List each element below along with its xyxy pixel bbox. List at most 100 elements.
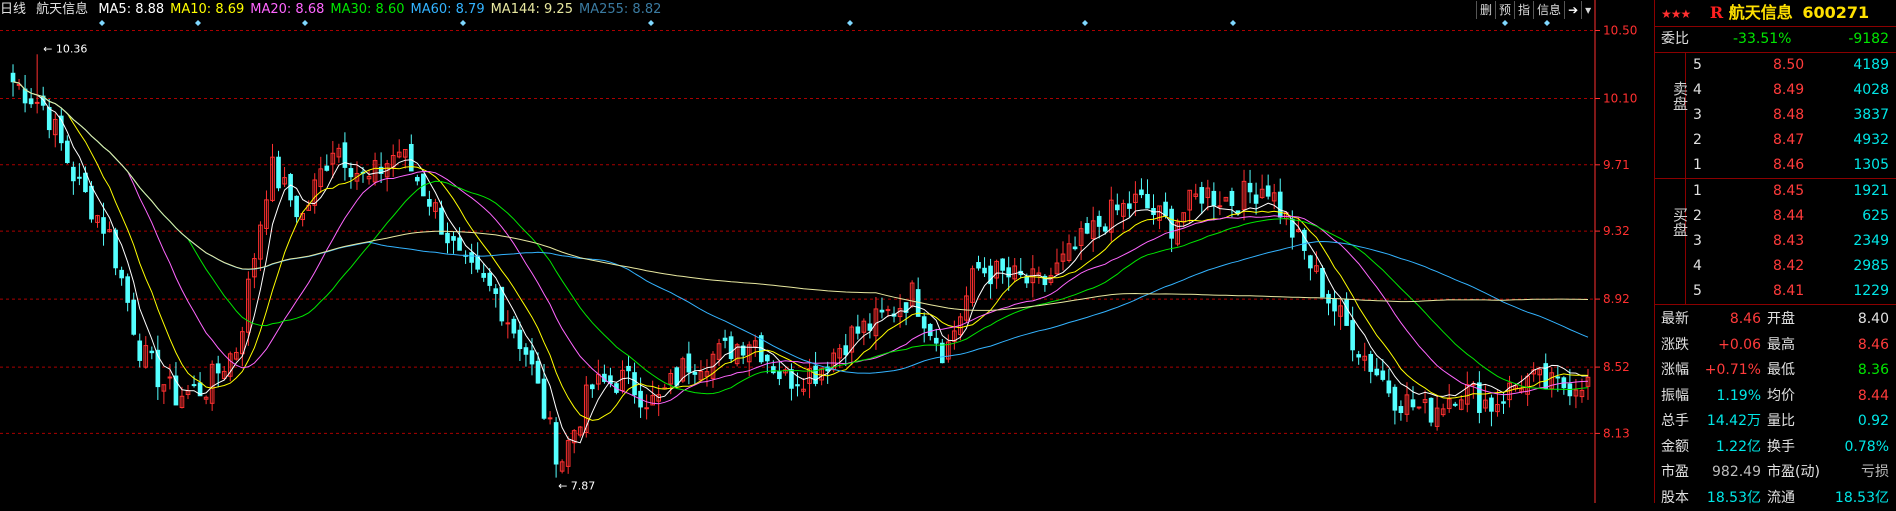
ask-row[interactable]: 48.494028 bbox=[1655, 78, 1896, 103]
ma-legend-item: MA255: 8.82 bbox=[579, 2, 661, 17]
candle bbox=[627, 366, 631, 370]
stock-code: 600271 bbox=[1802, 3, 1869, 22]
ask-level: 4 bbox=[1693, 78, 1702, 103]
candle bbox=[940, 343, 944, 362]
ask-level: 1 bbox=[1693, 153, 1702, 178]
kline-chart[interactable]: 10.5010.109.719.328.928.528.13← 10.36← 7… bbox=[0, 0, 1650, 503]
candle bbox=[778, 372, 782, 379]
stock-name: 航天信息 bbox=[36, 2, 88, 17]
candle bbox=[928, 324, 932, 335]
candle bbox=[458, 238, 462, 250]
star-rating-icon[interactable]: ★★★ bbox=[1661, 7, 1690, 21]
candle bbox=[886, 310, 890, 311]
quote-value: 18.53亿 bbox=[1707, 486, 1761, 511]
stock-title: 航天信息 bbox=[1729, 3, 1793, 22]
period-label[interactable]: 日线 bbox=[0, 2, 26, 17]
ma-legend-item: MA20: 8.68 bbox=[250, 2, 324, 17]
sell-orders: 卖盘 58.50418948.49402838.48383728.4749321… bbox=[1655, 53, 1896, 179]
candle bbox=[35, 102, 39, 103]
quote-label-2: 最高 bbox=[1767, 333, 1795, 359]
quote-label-2: 量比 bbox=[1767, 409, 1795, 435]
quote-value-2: 亏损 bbox=[1861, 460, 1889, 486]
candle bbox=[120, 270, 124, 277]
quote-value-2: 0.92 bbox=[1858, 409, 1889, 435]
candle bbox=[1085, 224, 1089, 234]
candle bbox=[1097, 216, 1101, 226]
indicator-button[interactable]: 指 bbox=[1514, 1, 1533, 19]
info-button[interactable]: 信息 bbox=[1533, 1, 1564, 19]
quote-row: 市盈982.49市盈(动)亏损 bbox=[1655, 460, 1896, 486]
bid-row[interactable]: 28.44625 bbox=[1655, 204, 1896, 229]
quote-value: 8.46 bbox=[1730, 307, 1761, 333]
bid-volume: 2349 bbox=[1853, 229, 1889, 254]
ask-row[interactable]: 58.504189 bbox=[1655, 53, 1896, 78]
candle bbox=[84, 173, 88, 191]
bid-volume: 1229 bbox=[1853, 279, 1889, 304]
ask-row[interactable]: 38.483837 bbox=[1655, 103, 1896, 128]
kline-chart-svg[interactable]: 10.5010.109.719.328.928.528.13← 10.36← 7… bbox=[0, 0, 1650, 503]
quote-value: 1.19% bbox=[1717, 384, 1761, 410]
bid-volume: 2985 bbox=[1853, 254, 1889, 279]
quote-row: 最新8.46开盘8.40 bbox=[1655, 307, 1896, 333]
event-marker-icon bbox=[195, 20, 201, 26]
bid-row[interactable]: 48.422985 bbox=[1655, 254, 1896, 279]
candle bbox=[1333, 299, 1337, 311]
bid-row[interactable]: 18.451921 bbox=[1655, 179, 1896, 204]
candle bbox=[1375, 369, 1379, 375]
delete-button[interactable]: 删 bbox=[1476, 1, 1495, 19]
candle bbox=[1387, 381, 1391, 393]
quote-row: 总手14.42万量比0.92 bbox=[1655, 409, 1896, 435]
candle bbox=[1278, 192, 1282, 217]
quote-panel: ★★★ R 航天信息 600271 委比 -33.51% -9182 卖盘 58… bbox=[1654, 0, 1896, 503]
quote-row: 涨幅+0.71%最低8.36 bbox=[1655, 358, 1896, 384]
candle bbox=[23, 89, 27, 103]
candle bbox=[796, 385, 800, 386]
ask-volume: 3837 bbox=[1853, 103, 1889, 128]
candle bbox=[29, 99, 33, 104]
candle bbox=[1212, 191, 1216, 205]
bid-row[interactable]: 38.432349 bbox=[1655, 229, 1896, 254]
candle bbox=[1321, 269, 1325, 297]
ask-volume: 4189 bbox=[1853, 53, 1889, 78]
arrow-icon[interactable]: ➔ bbox=[1564, 1, 1581, 19]
candle bbox=[1381, 371, 1385, 379]
candle bbox=[977, 263, 981, 268]
candle bbox=[78, 177, 82, 178]
dropdown-icon[interactable]: ▾ bbox=[1581, 1, 1594, 19]
candle bbox=[488, 273, 492, 285]
ma-legend-item: MA10: 8.69 bbox=[170, 2, 244, 17]
ask-volume: 1305 bbox=[1853, 153, 1889, 178]
ask-level: 5 bbox=[1693, 53, 1702, 78]
bid-level: 3 bbox=[1693, 229, 1702, 254]
candle bbox=[1025, 277, 1029, 283]
candle bbox=[1478, 383, 1482, 413]
weibi-row: 委比 -33.51% -9182 bbox=[1655, 27, 1896, 53]
candle bbox=[1200, 188, 1204, 204]
bid-price: 8.42 bbox=[1773, 254, 1804, 279]
candle bbox=[645, 408, 649, 409]
candle bbox=[416, 177, 420, 180]
quote-value-2: 0.78% bbox=[1845, 435, 1889, 461]
quote-value: +0.06 bbox=[1718, 333, 1761, 359]
forecast-button[interactable]: 预 bbox=[1495, 1, 1514, 19]
bid-volume: 1921 bbox=[1853, 179, 1889, 204]
candle bbox=[1369, 354, 1373, 371]
ma-legend-item: MA60: 8.79 bbox=[410, 2, 484, 17]
bid-volume: 625 bbox=[1862, 204, 1889, 229]
candle bbox=[1254, 195, 1258, 203]
panel-title: ★★★ R 航天信息 600271 bbox=[1655, 0, 1896, 27]
candle bbox=[1001, 259, 1005, 270]
quote-value: 1.22亿 bbox=[1716, 435, 1761, 461]
axis-tick-label: 10.10 bbox=[1603, 92, 1637, 106]
candle bbox=[772, 367, 776, 373]
ask-row[interactable]: 18.461305 bbox=[1655, 153, 1896, 178]
candle bbox=[72, 167, 76, 180]
candle bbox=[446, 233, 450, 242]
bid-row[interactable]: 58.411229 bbox=[1655, 279, 1896, 304]
quote-value: +0.71% bbox=[1705, 358, 1761, 384]
r-logo-icon: R bbox=[1710, 3, 1723, 22]
candle bbox=[506, 323, 510, 324]
candle bbox=[723, 338, 727, 340]
ask-row[interactable]: 28.474932 bbox=[1655, 128, 1896, 153]
quote-value: 982.49 bbox=[1712, 460, 1761, 486]
